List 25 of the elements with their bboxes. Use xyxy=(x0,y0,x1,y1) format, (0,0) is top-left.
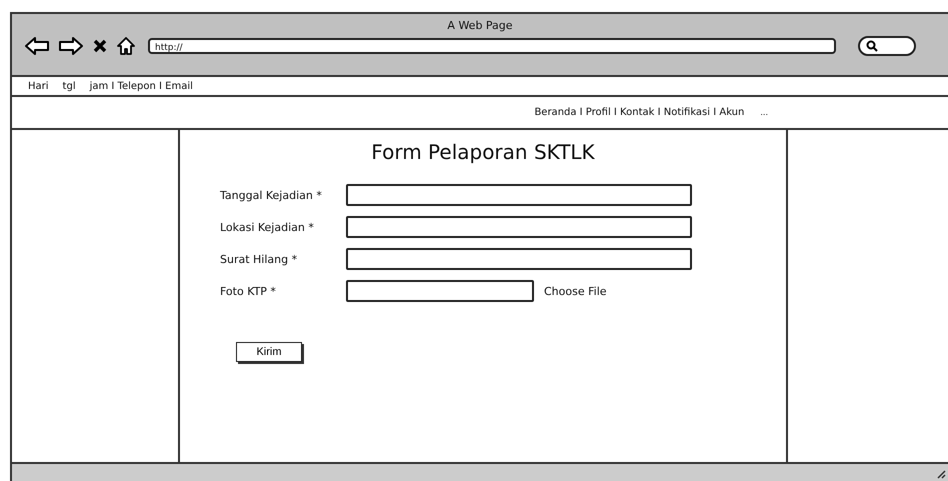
search-field[interactable] xyxy=(858,36,916,56)
search-icon xyxy=(866,40,878,52)
back-icon[interactable] xyxy=(24,36,50,56)
nav-links[interactable]: Beranda I Profil I Kontak I Notifikasi I Akun xyxy=(534,107,744,118)
form-title: Form Pelaporan SKTLK xyxy=(370,140,596,164)
info-text: Hari xyxy=(28,80,49,92)
input-field[interactable] xyxy=(346,184,692,206)
address-field[interactable]: http:// xyxy=(148,38,836,54)
field-label: Tanggal Kejadian * xyxy=(220,188,323,202)
choose-file-button[interactable]: Choose File xyxy=(544,284,607,298)
resize-grip-icon[interactable] xyxy=(936,469,946,479)
field-label: Foto KTP * xyxy=(220,284,277,298)
input-field[interactable] xyxy=(346,248,692,270)
close-icon[interactable] xyxy=(92,38,108,54)
more-link[interactable]: ... xyxy=(760,108,768,117)
info-text: jam I Telepon I Email xyxy=(90,80,193,92)
field-label: Surat Hilang * xyxy=(220,252,298,266)
file-field[interactable] xyxy=(346,280,534,302)
forward-icon[interactable] xyxy=(58,36,84,56)
submit-button[interactable]: Kirim xyxy=(236,342,302,362)
window-title: A Web Page xyxy=(446,18,514,32)
home-icon[interactable] xyxy=(116,36,136,56)
info-text: tgl xyxy=(62,80,76,92)
field-label: Lokasi Kejadian * xyxy=(220,220,315,234)
input-field[interactable] xyxy=(346,216,692,238)
